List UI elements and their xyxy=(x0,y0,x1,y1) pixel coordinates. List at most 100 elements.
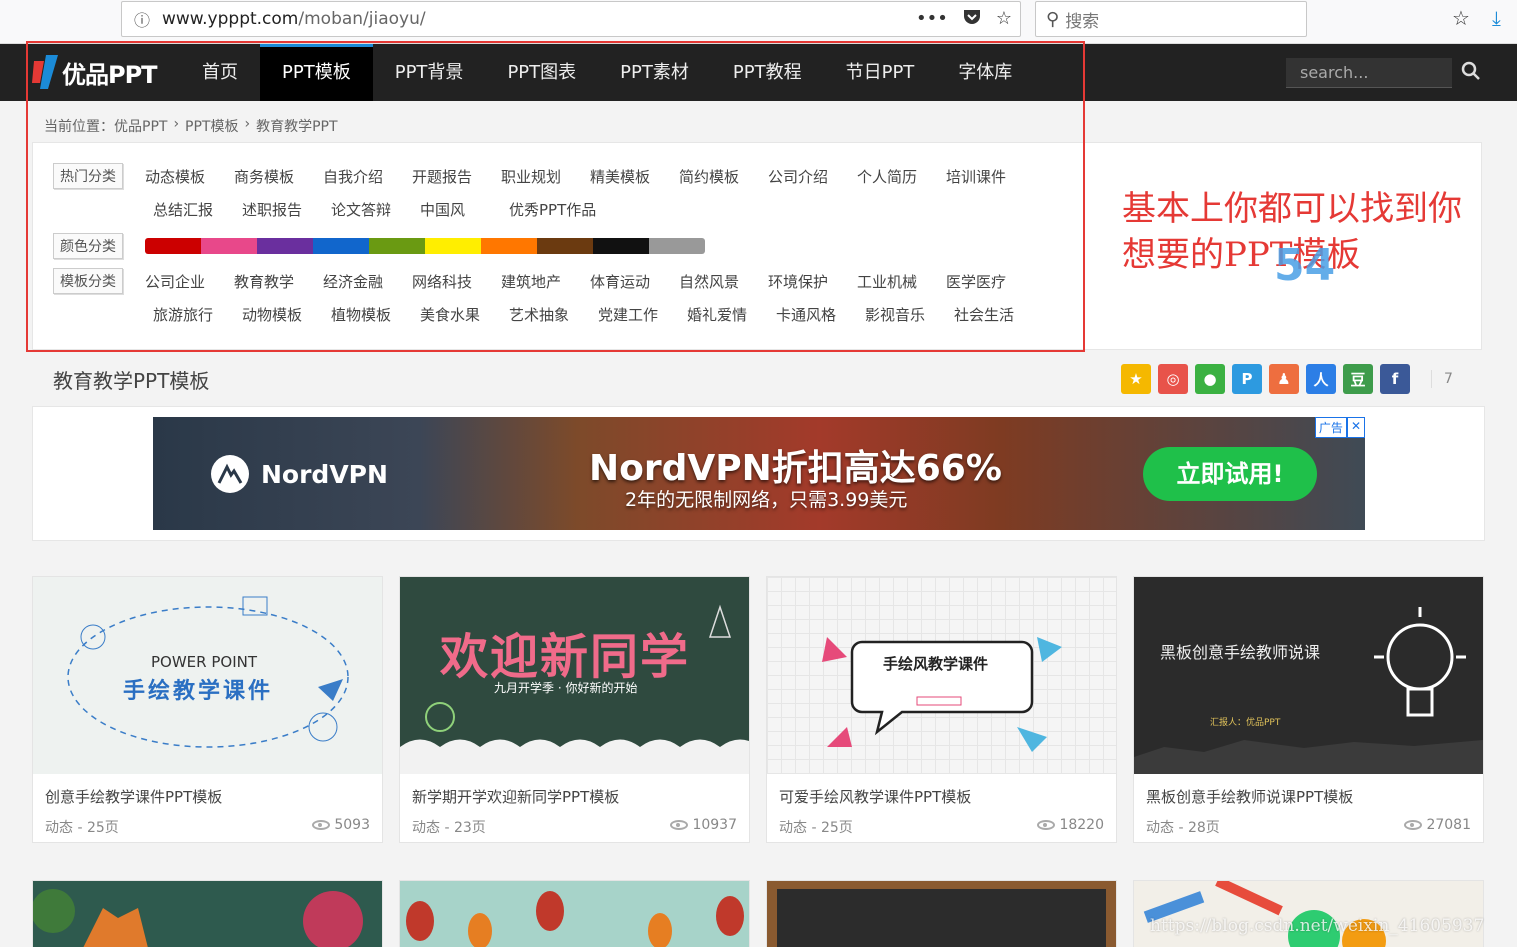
url-path: /moban/jiaoyu/ xyxy=(298,9,426,29)
bookmarks-icon[interactable]: ☆ xyxy=(1452,6,1470,30)
nav-item-7[interactable]: 字体库 xyxy=(936,44,1034,101)
nav-item-4[interactable]: PPT素材 xyxy=(598,44,711,101)
douban-share-icon[interactable]: 豆 xyxy=(1343,364,1373,394)
template-card[interactable]: 手绘风教学课件 可爱手绘风教学课件PPT模板 动态 - 25页 18220 xyxy=(766,576,1117,843)
template-card[interactable]: 欢迎新同学 九月开学季 · 你好新的开始 新学期开学欢迎新同学PPT模板 动态 … xyxy=(399,576,750,843)
qq-share-icon[interactable]: ♟ xyxy=(1269,364,1299,394)
card-thumb-title: 欢迎新同学 xyxy=(440,629,691,685)
share-count: 7 xyxy=(1431,370,1453,388)
more-actions-icon[interactable]: ••• xyxy=(916,8,948,31)
color-swatch[interactable] xyxy=(649,238,705,254)
template-category-link[interactable]: 旅游旅行 xyxy=(153,304,242,325)
nav-item-1[interactable]: PPT模板 xyxy=(260,44,373,101)
template-category-link[interactable]: 网络科技 xyxy=(412,271,501,292)
color-swatch[interactable] xyxy=(145,238,201,254)
card-meta: 动态 - 25页 xyxy=(779,820,853,836)
browser-search-input[interactable]: ⚲ 搜索 xyxy=(1035,1,1307,37)
color-swatch[interactable] xyxy=(369,238,425,254)
template-category-link[interactable]: 艺术抽象 xyxy=(509,304,598,325)
template-category-link[interactable]: 体育运动 xyxy=(590,271,679,292)
template-category-link[interactable]: 卡通风格 xyxy=(776,304,865,325)
template-card[interactable] xyxy=(766,880,1117,947)
template-category-link[interactable]: 社会生活 xyxy=(954,304,1043,325)
hot-category-link[interactable]: 精美模板 xyxy=(590,166,679,187)
site-search-input[interactable]: search... xyxy=(1286,58,1452,88)
ad-banner[interactable]: NordVPN NordVPN折扣高达66% 2年的无限制网络，只需3.99美元… xyxy=(153,417,1365,530)
hot-category-link[interactable]: 职业规划 xyxy=(501,166,590,187)
card-title[interactable]: 创意手绘教学课件PPT模板 xyxy=(45,786,222,807)
hot-category-link[interactable]: 论文答辩 xyxy=(331,199,420,220)
address-bar[interactable]: ⓘ www.ypppt.com/moban/jiaoyu/ ••• ☆ xyxy=(121,1,1021,37)
template-card[interactable]: 黑板创意手绘教师说课 汇报人：优品PPT 黑板创意手绘教师说课PPT模板 动态 … xyxy=(1133,576,1484,843)
card-view-count: 10937 xyxy=(692,817,737,833)
color-swatch[interactable] xyxy=(257,238,313,254)
tencent-weibo-share-icon[interactable]: P xyxy=(1232,364,1262,394)
site-logo[interactable]: 优品PPT xyxy=(30,53,158,91)
template-category-link[interactable]: 环境保护 xyxy=(768,271,857,292)
hot-category-link[interactable]: 总结汇报 xyxy=(153,199,242,220)
template-category-link[interactable]: 自然风景 xyxy=(679,271,768,292)
hot-category-link[interactable]: 述职报告 xyxy=(242,199,331,220)
color-swatch[interactable] xyxy=(593,238,649,254)
weibo-share-icon[interactable]: ◎ xyxy=(1158,364,1188,394)
facebook-share-icon[interactable]: f xyxy=(1380,364,1410,394)
download-icon[interactable]: ⤓ xyxy=(1492,6,1501,30)
hot-category-link[interactable]: 优秀PPT作品 xyxy=(509,199,619,220)
color-swatch[interactable] xyxy=(425,238,481,254)
section-title: 教育教学PPT模板 xyxy=(53,369,210,393)
hot-category-link[interactable]: 动态模板 xyxy=(145,166,234,187)
template-category-link[interactable]: 建筑地产 xyxy=(501,271,590,292)
card-title[interactable]: 新学期开学欢迎新同学PPT模板 xyxy=(412,786,619,807)
card-thumb-text: 九月开学季 · 你好新的开始 xyxy=(494,681,638,695)
color-swatch[interactable] xyxy=(201,238,257,254)
nav-item-0[interactable]: 首页 xyxy=(180,44,260,101)
template-category-link[interactable]: 美食水果 xyxy=(420,304,509,325)
hot-category-link[interactable]: 商务模板 xyxy=(234,166,323,187)
nav-item-6[interactable]: 节日PPT xyxy=(824,44,937,101)
template-card[interactable]: POWER POINT 手绘教学课件 创意手绘教学课件PPT模板 动态 - 25… xyxy=(32,576,383,843)
template-category-link[interactable]: 医学医疗 xyxy=(946,271,1035,292)
hot-category-link[interactable]: 自我介绍 xyxy=(323,166,412,187)
hot-category-link[interactable]: 培训课件 xyxy=(946,166,1035,187)
template-category-link[interactable]: 婚礼爱情 xyxy=(687,304,776,325)
pocket-icon[interactable] xyxy=(962,8,982,31)
hot-category-link[interactable]: 简约模板 xyxy=(679,166,768,187)
template-category-link[interactable]: 工业机械 xyxy=(857,271,946,292)
nav-item-3[interactable]: PPT图表 xyxy=(485,44,598,101)
hot-category-link[interactable]: 个人简历 xyxy=(857,166,946,187)
bookmark-star-icon[interactable]: ☆ xyxy=(996,8,1012,31)
site-info-icon[interactable]: ⓘ xyxy=(122,7,162,31)
card-views: 5093 xyxy=(312,817,370,833)
template-card[interactable] xyxy=(1133,880,1484,947)
template-category-link[interactable]: 动物模板 xyxy=(242,304,331,325)
renren-share-icon[interactable]: 人 xyxy=(1306,364,1336,394)
card-title[interactable]: 可爱手绘风教学课件PPT模板 xyxy=(779,786,971,807)
site-search-button[interactable] xyxy=(1460,60,1482,82)
template-category-link[interactable]: 植物模板 xyxy=(331,304,420,325)
color-swatch[interactable] xyxy=(481,238,537,254)
wechat-share-icon[interactable]: ● xyxy=(1195,364,1225,394)
close-icon[interactable]: ✕ xyxy=(1346,417,1365,438)
ad-badge[interactable]: 广告 ✕ xyxy=(1314,417,1365,438)
hot-category-link[interactable]: 公司介绍 xyxy=(768,166,857,187)
nav-item-5[interactable]: PPT教程 xyxy=(711,44,824,101)
nav-item-2[interactable]: PPT背景 xyxy=(373,44,486,101)
hot-category-link[interactable]: 开题报告 xyxy=(412,166,501,187)
template-category-link[interactable]: 公司企业 xyxy=(145,271,234,292)
breadcrumb-item-templates[interactable]: PPT模板 xyxy=(185,116,238,136)
color-swatch[interactable] xyxy=(537,238,593,254)
template-card[interactable] xyxy=(32,880,383,947)
hot-category-link[interactable]: 中国风 xyxy=(420,199,509,220)
breadcrumb-item-home[interactable]: 优品PPT xyxy=(114,116,167,136)
template-category-link[interactable]: 党建工作 xyxy=(598,304,687,325)
template-category-link[interactable]: 影视音乐 xyxy=(865,304,954,325)
template-category-link[interactable]: 经济金融 xyxy=(323,271,412,292)
color-swatch[interactable] xyxy=(313,238,369,254)
qzone-share-icon[interactable]: ★ xyxy=(1121,364,1151,394)
browser-search-placeholder: 搜索 xyxy=(1065,11,1100,32)
card-meta: 动态 - 28页 xyxy=(1146,820,1220,836)
template-category-link[interactable]: 教育教学 xyxy=(234,271,323,292)
ad-cta-button[interactable]: 立即试用! xyxy=(1143,447,1317,501)
template-card[interactable] xyxy=(399,880,750,947)
card-title[interactable]: 黑板创意手绘教师说课PPT模板 xyxy=(1146,786,1353,807)
